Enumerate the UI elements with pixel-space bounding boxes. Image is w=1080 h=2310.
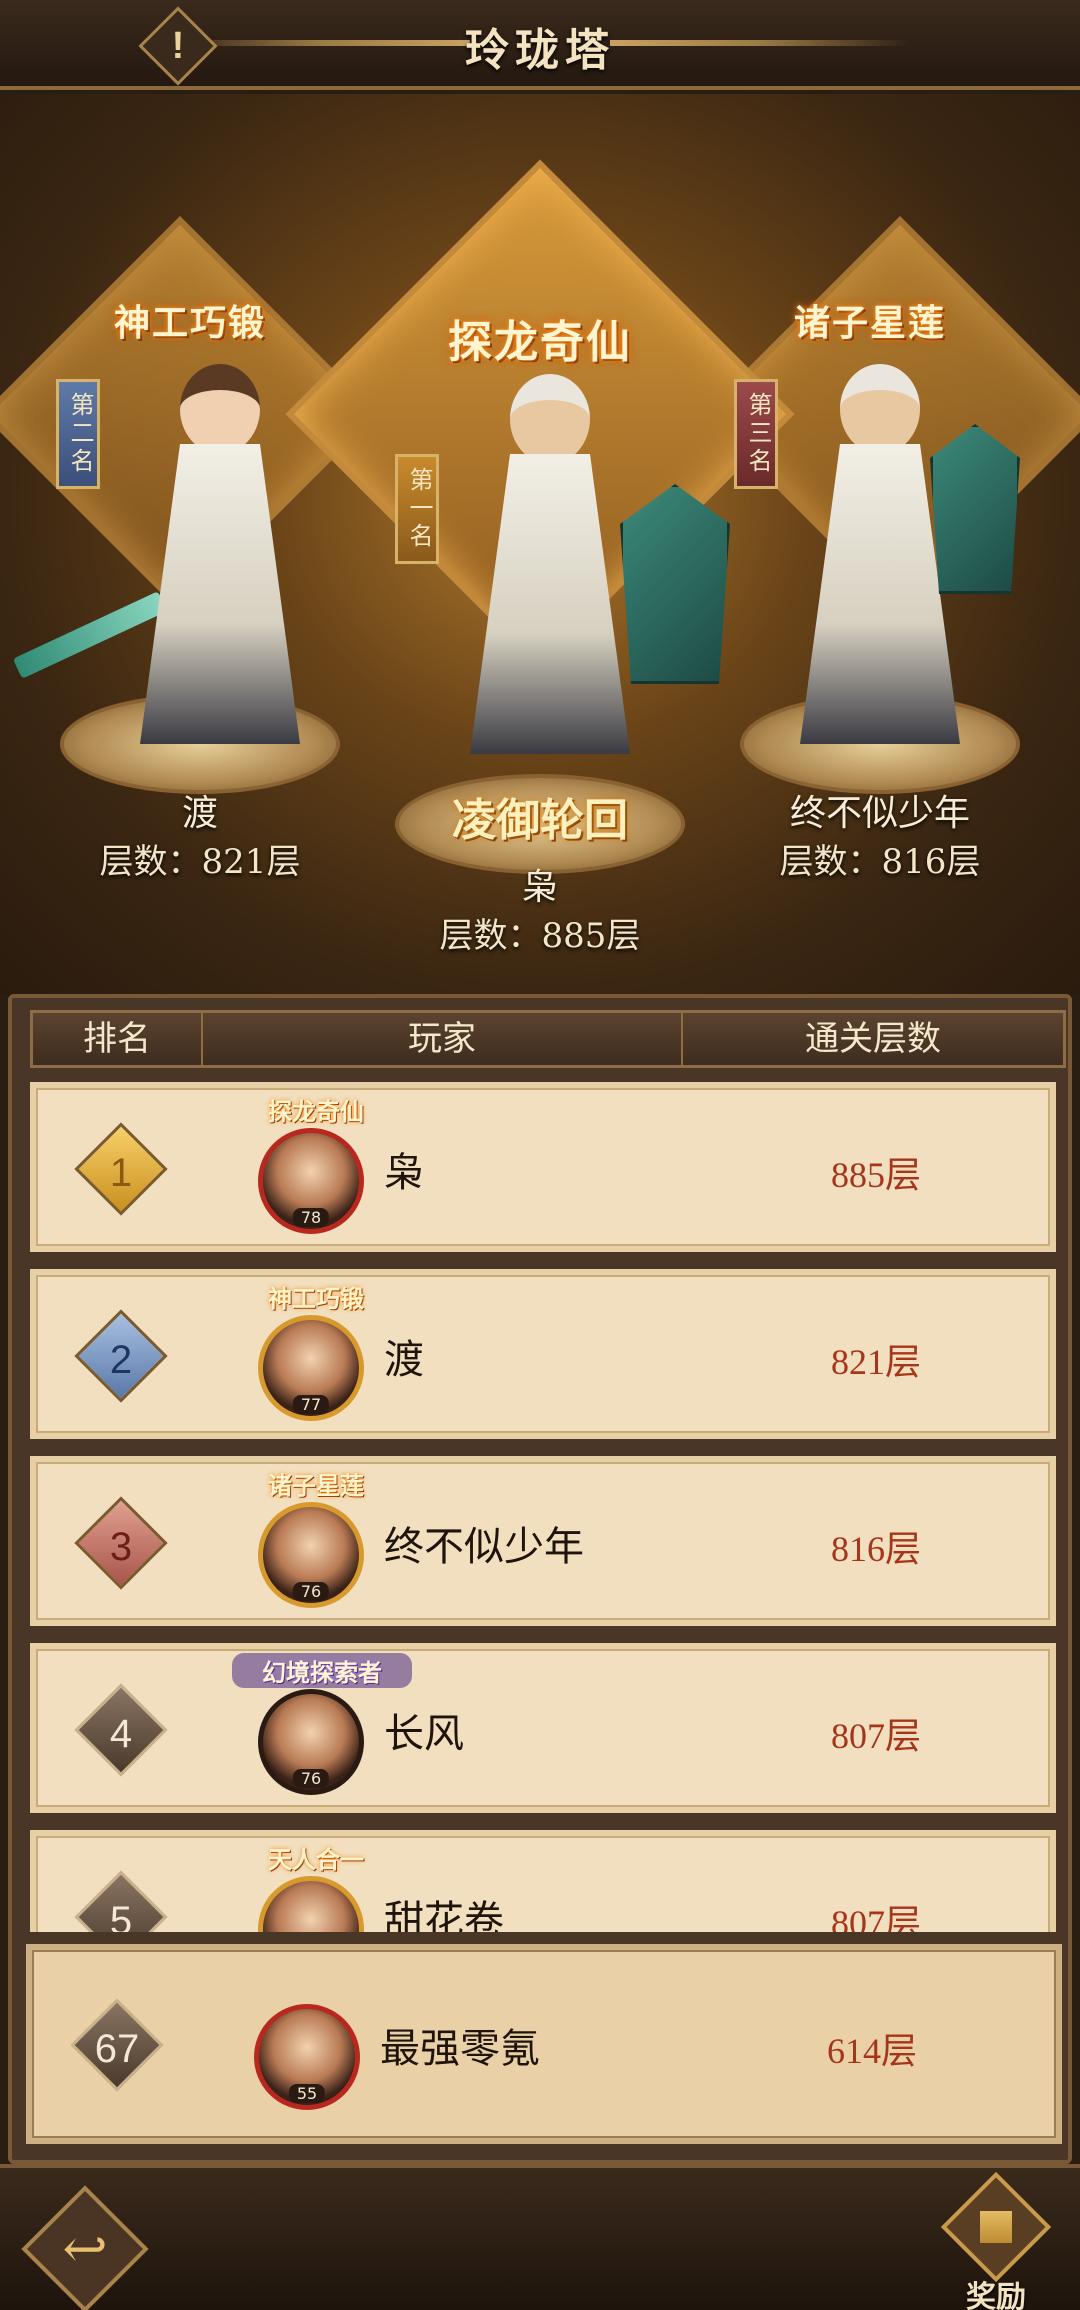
header-rank: 排名 [33, 1013, 203, 1065]
avatar[interactable]: 55 [254, 2004, 360, 2110]
podium-floor-first: 层数：885层 [439, 916, 641, 956]
honor-title: 幻境探索者 [232, 1653, 412, 1688]
reward-icon [940, 2171, 1052, 2283]
level-badge: 78 [292, 1208, 330, 1227]
floor-value: 807层 [830, 1716, 921, 1756]
table-header: 排名 玩家 通关层数 [30, 1010, 1066, 1068]
honor-title: 探龙奇仙 [268, 1097, 364, 1126]
rank-badge-gold: 1 [74, 1122, 168, 1216]
table-row[interactable]: 4 76 幻境探索者 长风 807层 [30, 1643, 1056, 1813]
title-bar: ! 玲珑塔 [0, 0, 1080, 90]
player-name: 最强零氪 [380, 2026, 540, 2072]
podium-area: 神工巧锻 探龙奇仙 诸子星莲 第二名 第一名 第三名 凌御轮回 渡 终不似少年 … [0, 94, 1080, 994]
rank-ribbon-third: 第三名 [734, 379, 778, 489]
my-ranking-row[interactable]: 67 55 最强零氪 614层 [26, 1944, 1062, 2144]
back-button[interactable]: ↩ [21, 2185, 149, 2310]
avatar[interactable]: 77 [258, 1315, 364, 1421]
podium-floor-second: 层数：821层 [99, 842, 301, 882]
honor-title-third: 诸子星莲 [793, 302, 946, 344]
honor-title-first: 探龙奇仙 [448, 317, 632, 368]
avatar[interactable] [258, 1876, 364, 1932]
table-row[interactable]: 2 77 神工巧锻 渡 821层 [30, 1269, 1056, 1439]
avatar[interactable]: 76 [258, 1502, 364, 1608]
header-player: 玩家 [203, 1013, 683, 1065]
rank-ribbon-second: 第二名 [56, 379, 100, 489]
header-floor: 通关层数 [805, 1019, 941, 1059]
ranking-panel: 排名 玩家 通关层数 1 78 探龙奇仙 枭 885层 2 77 神工巧锻 渡 … [8, 994, 1072, 2164]
podium-floor-third: 层数：816层 [779, 842, 981, 882]
player-name: 长风 [384, 1711, 464, 1757]
floor-value: 821层 [830, 1342, 921, 1382]
rank-badge: 5 [74, 1870, 168, 1932]
player-name: 甜花卷 [384, 1898, 504, 1932]
table-row[interactable]: 5 天人合一 甜花卷 807层 [30, 1830, 1056, 1932]
shield-icon [930, 424, 1020, 594]
rank-badge: 67 [70, 1998, 164, 2092]
podium-name-third: 终不似少年 [789, 793, 970, 834]
level-badge: 76 [292, 1769, 330, 1788]
floor-value: 614层 [826, 2031, 917, 2071]
podium-name-second: 渡 [181, 793, 218, 834]
level-badge: 76 [292, 1582, 330, 1601]
rank-badge-bronze: 3 [74, 1496, 168, 1590]
ranking-list[interactable]: 1 78 探龙奇仙 枭 885层 2 77 神工巧锻 渡 821层 3 76 诸… [12, 1082, 1076, 1932]
rank-ribbon-first: 第一名 [395, 454, 439, 564]
floor-value: 807层 [830, 1903, 921, 1932]
page-title: 玲珑塔 [465, 25, 615, 76]
player-name: 枭 [384, 1150, 424, 1196]
avatar[interactable]: 78 [258, 1128, 364, 1234]
level-badge: 55 [288, 2084, 326, 2103]
level-badge: 77 [292, 1395, 330, 1414]
table-row[interactable]: 3 76 诸子星莲 终不似少年 816层 [30, 1456, 1056, 1626]
avatar[interactable]: 76 [258, 1689, 364, 1795]
honor-title: 神工巧锻 [268, 1284, 364, 1313]
floor-value: 816层 [830, 1529, 921, 1569]
back-arrow-icon: ↩ [62, 2217, 108, 2280]
honor-title-second: 神工巧锻 [113, 302, 266, 344]
honor-title: 天人合一 [268, 1845, 364, 1874]
bottom-bar: ↩ 奖励 [0, 2164, 1080, 2310]
player-name: 渡 [384, 1337, 424, 1383]
player-name: 终不似少年 [384, 1524, 584, 1570]
hero-second[interactable] [120, 364, 320, 744]
podium-name-first: 枭 [521, 867, 558, 908]
shield-icon [620, 484, 730, 684]
honor-title: 诸子星莲 [268, 1471, 364, 1500]
skill-title-first: 凌御轮回 [452, 795, 628, 846]
reward-button[interactable]: 奖励 [936, 2171, 1056, 2310]
floor-value: 885层 [830, 1155, 921, 1195]
table-row[interactable]: 1 78 探龙奇仙 枭 885层 [30, 1082, 1056, 1252]
rank-badge: 4 [74, 1683, 168, 1777]
rank-badge-silver: 2 [74, 1309, 168, 1403]
